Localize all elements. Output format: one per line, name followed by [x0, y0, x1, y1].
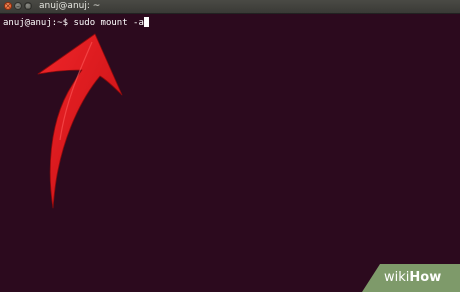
red-arrow-annotation	[37, 33, 123, 209]
arrow-shape	[37, 33, 123, 209]
watermark-how: How	[409, 270, 442, 285]
watermark-wiki: wiki	[384, 270, 410, 285]
watermark-text: wikiHow	[384, 268, 441, 288]
wikihow-watermark: wikiHow	[362, 264, 460, 292]
terminal-window: × – □ anuj@anuj: ~ anuj@anuj:~$ sudo mou…	[0, 0, 460, 292]
